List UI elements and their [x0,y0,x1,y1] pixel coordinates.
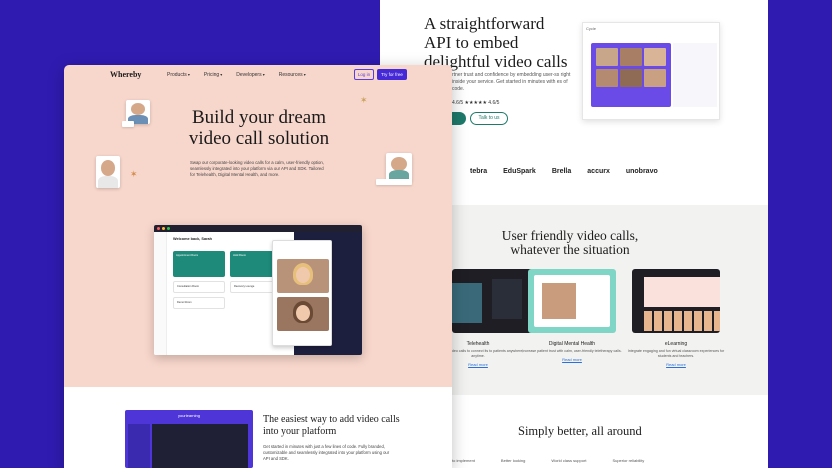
code-editor-window: yourlearning [125,410,253,468]
top-nav: Whereby Products Pricing Developers Reso… [64,65,452,85]
app-preview-window: Welcome back, Sarah Appointment Room Hol… [154,225,362,355]
card-desc: Integrate engaging and fun virtual class… [627,349,725,358]
elearning-caption: eLearning Integrate engaging and fun vir… [626,341,726,367]
minimize-dot-icon [162,227,165,230]
participant-tile [620,69,642,87]
telehealth-preview [452,283,482,323]
chat-bubble [376,179,412,185]
participant-face [296,267,310,283]
code-window-title: yourlearning [177,413,200,418]
participant-tile [620,48,642,66]
participant-tile [644,69,666,87]
participant-video [277,259,329,293]
telehealth-card-image[interactable] [452,269,540,333]
sparkle-icon: ✶ [130,169,138,179]
participant-video [277,297,329,331]
feature-item: World class support [551,458,587,463]
card-desc: Increase patient trust with calm, user-f… [522,349,622,353]
participant-tile [596,48,618,66]
elearning-participants [644,311,720,331]
room-card[interactable]: Appointment Room [173,251,225,277]
sparkle-icon: ✶ [360,95,368,105]
use-cases-title: User friendly video calls, whatever the … [501,228,639,257]
demo-call-window: Cycle [582,22,720,120]
telehealth-panel [492,279,522,319]
feature-list: easier to implement Better looking World… [440,458,644,463]
mental-health-video [542,283,576,319]
participant-tile [596,69,618,87]
read-more-link[interactable]: Read more [626,362,726,367]
nav-item-pricing[interactable]: Pricing [204,72,222,78]
window-titlebar [154,225,362,232]
api-hero-title: A straightforward API to embed delightfu… [424,14,568,71]
login-button[interactable]: Log in [354,69,374,80]
read-more-link[interactable]: Read more [522,357,622,362]
room-card[interactable]: Consultation Room [173,281,225,293]
avatar-face [391,156,407,171]
card-title: Digital Mental Health [548,341,596,347]
room-card[interactable]: Demo Room [173,297,225,309]
hero-title: Build your dream video call solution [188,107,330,149]
maximize-dot-icon [167,227,170,230]
front-page: Whereby Products Pricing Developers Reso… [64,65,452,468]
whereby-logo[interactable]: Whereby [110,70,141,79]
mental-health-card-image[interactable] [528,269,616,333]
try-free-button[interactable]: Try for free [377,69,407,80]
avatar-face [130,103,146,116]
hero-description: Swap our corporate-looking video calls f… [190,160,324,177]
feature-item: Better looking [500,458,526,463]
rating-badge: 4.6/5 ★★★★★ 4.6/5 [452,100,500,106]
primary-cta-button[interactable] [452,112,466,125]
chat-bubble [122,121,134,127]
room-label: Appointment Room [176,254,199,257]
welcome-heading: Welcome back, Sarah [173,237,212,241]
elearning-card-image[interactable] [632,269,720,333]
api-hero-description: rtner trust and confidence by embedding … [452,72,571,92]
logo-item: tebra [470,168,488,175]
logo-item: Brella [551,168,572,175]
nav-item-products[interactable]: Products [167,72,190,78]
elearning-whiteboard [644,277,720,307]
video-call-panel [272,240,332,346]
logo-item: unobravo [625,168,658,175]
card-title: eLearning [664,341,688,347]
nav-item-resources[interactable]: Resources [279,72,306,78]
video-stage [591,43,671,107]
demo-window-label: Cycle [586,26,597,31]
lower-title: The easiest way to add video calls into … [263,414,400,437]
app-sidebar [154,232,167,355]
participant-tile [644,48,666,66]
mental-health-caption: Digital Mental Health Increase patient t… [522,341,622,362]
participant-face [296,305,310,321]
lower-description: Get started in minutes with just a few l… [263,444,390,461]
talk-to-us-button[interactable]: Talk to us [470,112,508,125]
logo-item: accurx [587,168,610,175]
nav-menu: Products Pricing Developers Resources [167,72,306,78]
code-pane [152,424,248,468]
avatar [386,153,412,181]
feature-item: Superior reliability [612,458,645,463]
close-dot-icon [157,227,160,230]
customer-logos: tebra EduSpark Brella accurx unobravo [470,168,658,175]
nav-item-developers[interactable]: Developers [236,72,264,78]
avatar [96,156,120,188]
avatar-body [98,175,118,188]
file-tree [128,424,150,468]
chat-panel [673,43,717,107]
simply-better-title: Simply better, all around [518,424,642,438]
logo-item: EduSpark [503,168,536,175]
avatar-face [100,160,116,177]
